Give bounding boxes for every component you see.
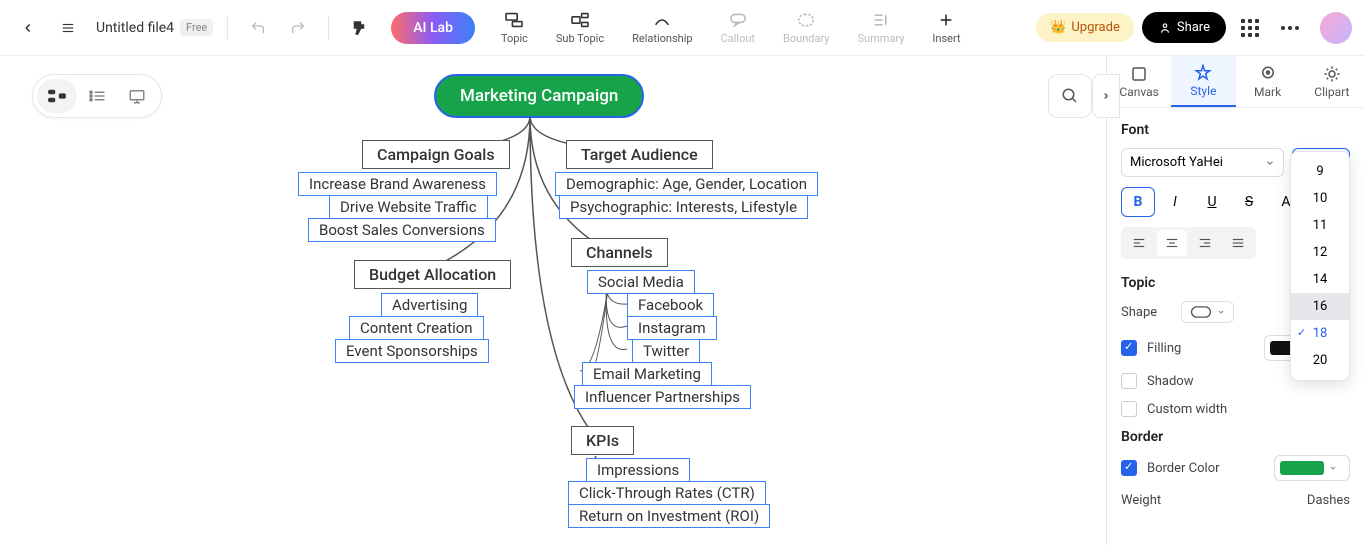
redo-button[interactable]	[282, 12, 314, 44]
view-present-icon[interactable]	[117, 79, 157, 113]
filling-label: Filling	[1147, 341, 1181, 356]
align-justify-button[interactable]	[1223, 230, 1253, 256]
tool-topic[interactable]: Topic	[491, 10, 538, 45]
node-leaf[interactable]: Influencer Partnerships	[574, 385, 751, 409]
shadow-label: Shadow	[1147, 374, 1193, 389]
italic-button[interactable]: I	[1158, 187, 1192, 217]
node-leaf[interactable]: Event Sponsorships	[335, 339, 489, 363]
node-leaf[interactable]: Increase Brand Awareness	[298, 172, 497, 196]
size-option[interactable]: 12	[1291, 239, 1349, 266]
align-left-button[interactable]	[1124, 230, 1154, 256]
divider	[227, 16, 228, 40]
top-toolbar: Untitled file4 Free AI Lab Topic Sub Top…	[0, 0, 1364, 56]
crown-icon: 👑	[1050, 20, 1066, 35]
node-leaf[interactable]: Click-Through Rates (CTR)	[568, 481, 766, 505]
more-button[interactable]	[1274, 12, 1306, 44]
panel-tabs: Canvas Style Mark Clipart	[1107, 56, 1364, 108]
align-right-button[interactable]	[1190, 230, 1220, 256]
size-option[interactable]: 18	[1291, 320, 1349, 347]
size-option[interactable]: 20	[1291, 347, 1349, 374]
node-leaf[interactable]: Social Media	[587, 270, 695, 294]
size-option[interactable]: 11	[1291, 212, 1349, 239]
text-align-group	[1121, 227, 1256, 259]
underline-button[interactable]: U	[1195, 187, 1229, 217]
panel-collapse-button[interactable]	[1092, 74, 1120, 118]
font-family-select[interactable]: Microsoft YaHei	[1121, 148, 1284, 177]
back-button[interactable]	[12, 12, 44, 44]
tool-summary[interactable]: Summary	[848, 10, 915, 45]
shape-select[interactable]	[1181, 301, 1234, 323]
tool-subtopic[interactable]: Sub Topic	[546, 10, 614, 45]
node-leaf[interactable]: Advertising	[381, 293, 478, 317]
tool-relationship[interactable]: Relationship	[622, 10, 702, 45]
share-button[interactable]: Share	[1142, 12, 1226, 43]
chevron-down-icon	[1217, 308, 1225, 316]
canvas[interactable]: Marketing Campaign Campaign Goals Increa…	[0, 56, 1106, 545]
tab-style[interactable]: Style	[1171, 56, 1235, 107]
node-branch[interactable]: Channels	[571, 238, 668, 267]
user-avatar[interactable]	[1320, 12, 1352, 44]
bold-button[interactable]: B	[1121, 187, 1155, 217]
shadow-checkbox[interactable]	[1121, 373, 1137, 389]
node-leaf[interactable]: Boost Sales Conversions	[308, 218, 496, 242]
node-root[interactable]: Marketing Campaign	[434, 74, 644, 118]
weight-label: Weight	[1121, 493, 1161, 508]
border-color-checkbox[interactable]	[1121, 460, 1137, 476]
file-title[interactable]: Untitled file4 Free	[96, 19, 213, 36]
view-outline-icon[interactable]	[77, 79, 117, 113]
strike-button[interactable]: S	[1232, 187, 1266, 217]
tool-insert[interactable]: Insert	[922, 10, 970, 45]
node-leaf[interactable]: Impressions	[586, 458, 690, 482]
node-leaf[interactable]: Demographic: Age, Gender, Location	[555, 172, 818, 196]
node-leaf[interactable]: Twitter	[632, 339, 700, 363]
search-button[interactable]	[1048, 74, 1092, 118]
node-leaf[interactable]: Psychographic: Interests, Lifestyle	[559, 195, 808, 219]
file-name-text: Untitled file4	[96, 20, 174, 36]
node-leaf[interactable]: Return on Investment (ROI)	[568, 504, 770, 528]
view-mindmap-icon[interactable]	[37, 79, 77, 113]
format-painter-button[interactable]	[343, 12, 375, 44]
dashes-label: Dashes	[1307, 493, 1350, 508]
undo-button[interactable]	[242, 12, 274, 44]
upgrade-button[interactable]: 👑Upgrade	[1036, 13, 1134, 42]
node-branch[interactable]: Budget Allocation	[354, 260, 511, 289]
node-leaf[interactable]: Instagram	[627, 316, 717, 340]
tab-mark[interactable]: Mark	[1236, 56, 1300, 107]
style-panel: Canvas Style Mark Clipart Font Microsoft…	[1106, 56, 1364, 545]
border-color-label: Border Color	[1147, 461, 1220, 476]
ai-lab-button[interactable]: AI Lab	[391, 12, 475, 44]
tool-callout[interactable]: Callout	[711, 10, 765, 45]
tool-boundary[interactable]: Boundary	[773, 10, 839, 45]
divider	[328, 16, 329, 40]
node-leaf[interactable]: Drive Website Traffic	[329, 195, 488, 219]
custom-width-label: Custom width	[1147, 402, 1227, 417]
font-size-dropdown: 9 10 11 12 14 16 18 20	[1290, 151, 1350, 381]
tab-clipart[interactable]: Clipart	[1300, 56, 1364, 107]
panel-body: Font Microsoft YaHei 18 B I U S A Topic …	[1107, 108, 1364, 534]
border-color-picker[interactable]	[1274, 455, 1350, 481]
menu-button[interactable]	[52, 12, 84, 44]
size-option[interactable]: 10	[1291, 185, 1349, 212]
node-leaf[interactable]: Content Creation	[349, 316, 484, 340]
plan-badge: Free	[180, 19, 213, 36]
shape-label: Shape	[1121, 305, 1171, 320]
size-option[interactable]: 14	[1291, 266, 1349, 293]
node-branch[interactable]: Target Audience	[566, 140, 713, 169]
section-border-title: Border	[1121, 429, 1350, 445]
section-font-title: Font	[1121, 122, 1350, 138]
align-center-button[interactable]	[1157, 230, 1187, 256]
node-leaf[interactable]: Facebook	[627, 293, 714, 317]
node-branch[interactable]: Campaign Goals	[362, 140, 510, 169]
view-mode-toggle	[32, 74, 162, 118]
size-option[interactable]: 9	[1291, 158, 1349, 185]
size-option[interactable]: 16	[1291, 293, 1349, 320]
chevron-down-icon	[1265, 158, 1275, 168]
node-leaf[interactable]: Email Marketing	[582, 362, 712, 386]
node-branch[interactable]: KPIs	[571, 426, 634, 455]
filling-checkbox[interactable]	[1121, 340, 1137, 356]
custom-width-checkbox[interactable]	[1121, 401, 1137, 417]
apps-button[interactable]	[1234, 12, 1266, 44]
